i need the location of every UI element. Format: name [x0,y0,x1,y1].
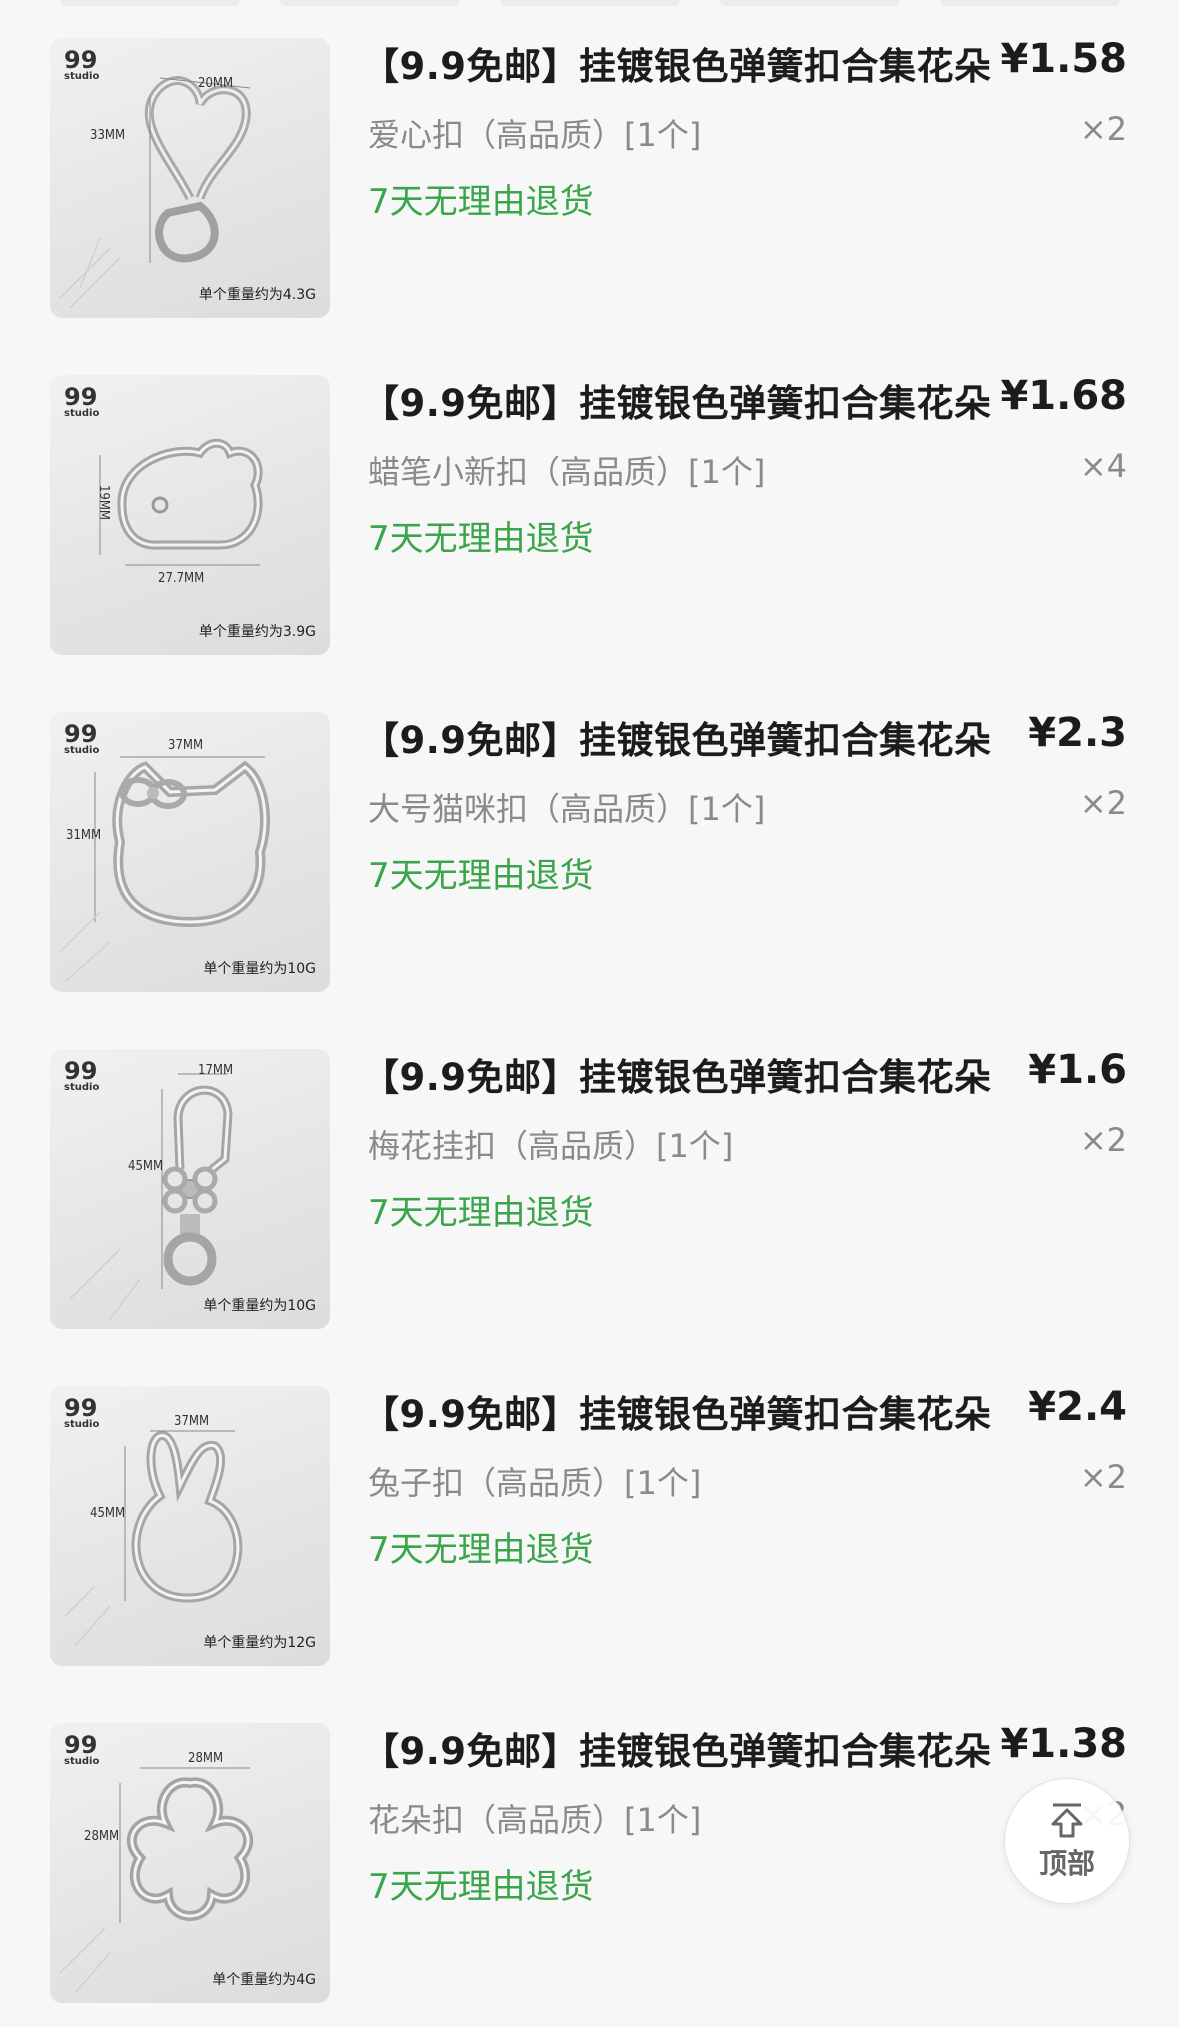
product-title[interactable]: 【9.9免邮】挂镀银色弹簧扣合集花朵 [362,710,992,764]
brand-logo: 99 studio [64,1394,100,1430]
brand-logo: 99 studio [64,1057,100,1093]
dimension-label: 37MM [168,738,204,753]
back-to-top-label: 顶部 [1038,1847,1095,1880]
weight-label: 单个重量约为4G [212,1972,316,1988]
dimension-label: 17MM [198,1063,234,1078]
product-title[interactable]: 【9.9免邮】挂镀银色弹簧扣合集花朵 [362,1721,992,1775]
return-policy-label: 7天无理由退货 [368,182,594,222]
weight-label: 单个重量约为10G [203,961,316,977]
brand-logo: 99 studio [64,720,100,756]
order-item[interactable]: 99 studio 28MM 28MM 单个重量约为4G 【9.9免邮】挂镀银色弹… [0,1685,1179,2003]
brand-logo: 99 studio [64,1731,100,1767]
product-quantity: ×4 [1079,447,1127,485]
dimension-label: 27.7MM [158,571,205,586]
product-quantity: ×2 [1079,1121,1127,1159]
return-policy-label: 7天无理由退货 [368,1193,594,1233]
product-thumbnail[interactable]: 99 studio 37MM 45MM 单个重量约为12G [50,1386,330,1666]
product-price: ¥1.68 [1000,373,1127,419]
return-policy-label: 7天无理由退货 [368,1867,594,1907]
product-title[interactable]: 【9.9免邮】挂镀银色弹簧扣合集花朵 [362,1047,992,1101]
dimension-label: 19MM [96,484,112,521]
product-thumbnail[interactable]: 99 studio 37MM 31MM 单个重量约为10G [50,712,330,992]
dimension-label: 28MM [84,1829,120,1844]
order-item[interactable]: 99 studio 20MM 33MM 单个重量约为4.3G 【9.9免邮】挂镀银… [0,0,1179,318]
product-price: ¥1.58 [1000,36,1127,82]
dimension-label: 20MM [198,76,234,91]
order-item[interactable]: 99 studio 17MM 45MM 单个重量约为10G 【9.9免邮】挂镀银色… [0,1011,1179,1329]
product-title[interactable]: 【9.9免邮】挂镀银色弹簧扣合集花朵 [362,1384,992,1438]
order-item[interactable]: 99 studio 37MM 31MM 单个重量约为10G 【9.9免邮】挂镀银色… [0,674,1179,992]
brand-logo: 99 studio [64,46,100,82]
weight-label: 单个重量约为10G [203,1298,316,1314]
return-policy-label: 7天无理由退货 [368,519,594,559]
product-variant: 蜡笔小新扣（高品质）[1个] [368,453,766,491]
product-title[interactable]: 【9.9免邮】挂镀银色弹簧扣合集花朵 [362,36,992,90]
product-title[interactable]: 【9.9免邮】挂镀银色弹簧扣合集花朵 [362,373,992,427]
product-quantity: ×2 [1079,110,1127,148]
product-variant: 花朵扣（高品质）[1个] [368,1801,702,1839]
brand-logo: 99 studio [64,383,100,419]
dimension-label: 33MM [90,128,126,143]
product-thumbnail[interactable]: 99 studio 17MM 45MM 单个重量约为10G [50,1049,330,1329]
order-item[interactable]: 99 studio 19MM 27.7MM 单个重量约为3.9G 【9.9免邮】挂… [0,337,1179,655]
product-thumbnail[interactable]: 99 studio 28MM 28MM 单个重量约为4G [50,1723,330,2003]
weight-label: 单个重量约为3.9G [198,624,316,640]
product-quantity: ×2 [1079,1458,1127,1496]
product-price: ¥2.3 [1028,710,1127,756]
product-variant: 梅花挂扣（高品质）[1个] [368,1127,734,1165]
product-variant: 大号猫咪扣（高品质）[1个] [368,790,766,828]
product-thumbnail[interactable]: 99 studio 19MM 27.7MM 单个重量约为3.9G [50,375,330,655]
dimension-label: 31MM [66,828,102,843]
dimension-label: 37MM [174,1414,210,1429]
return-policy-label: 7天无理由退货 [368,856,594,896]
dimension-label: 45MM [90,1506,126,1521]
product-price: ¥1.38 [1000,1721,1127,1767]
return-policy-label: 7天无理由退货 [368,1530,594,1570]
product-variant: 兔子扣（高品质）[1个] [368,1464,702,1502]
dimension-label: 45MM [128,1159,164,1174]
order-item[interactable]: 99 studio 37MM 45MM 单个重量约为12G 【9.9免邮】挂镀银色… [0,1348,1179,1666]
arrow-up-icon [1051,1803,1083,1838]
product-quantity: ×2 [1079,784,1127,822]
weight-label: 单个重量约为4.3G [198,287,316,303]
dimension-label: 28MM [188,1751,224,1766]
back-to-top-button[interactable]: 顶部 [1004,1778,1130,1904]
product-price: ¥2.4 [1028,1384,1127,1430]
product-price: ¥1.6 [1028,1047,1127,1093]
product-thumbnail[interactable]: 99 studio 20MM 33MM 单个重量约为4.3G [50,38,330,318]
product-variant: 爱心扣（高品质）[1个] [368,116,702,154]
weight-label: 单个重量约为12G [203,1635,316,1651]
